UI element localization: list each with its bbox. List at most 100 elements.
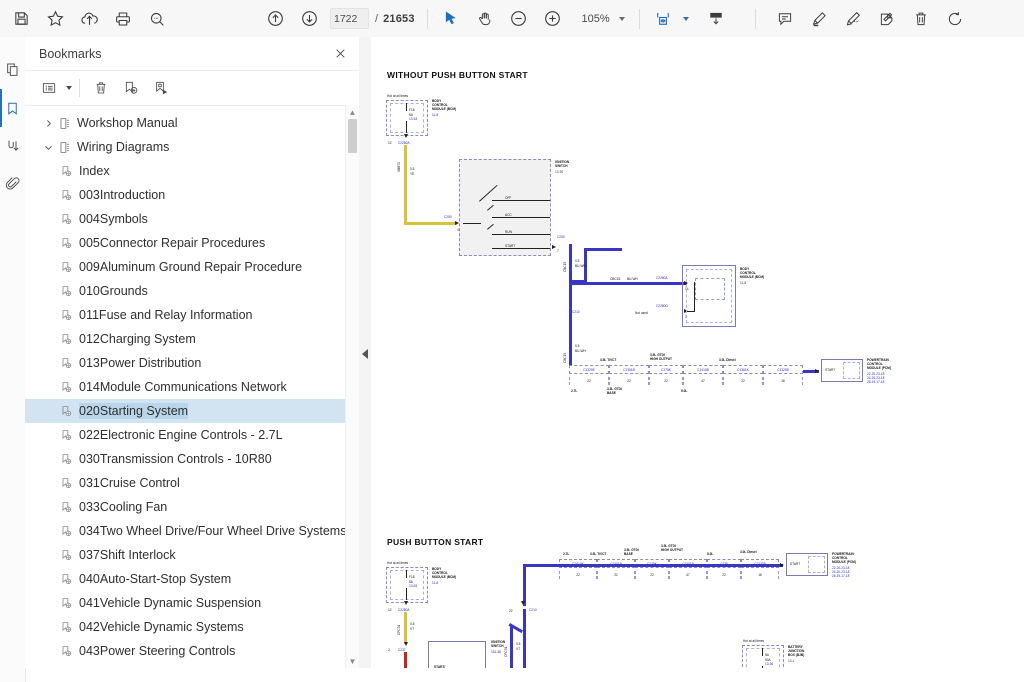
edit-bookmark-button[interactable] [147, 75, 175, 101]
bookmark-item[interactable]: 014Module Communications Network [25, 375, 359, 399]
bookmark-item[interactable]: 009Aluminum Ground Repair Procedure [25, 255, 359, 279]
ign-pos-start: START [505, 244, 515, 248]
delete-bookmark-button[interactable] [87, 75, 115, 101]
pdf-page: WITHOUT PUSH BUTTON START Hot at all tim… [371, 37, 1024, 668]
fit-tools-group [646, 4, 733, 34]
bookmark-item[interactable]: Index [25, 159, 359, 183]
bookmark-page-icon [58, 231, 74, 255]
bookmark-options-button[interactable] [35, 75, 63, 101]
bookmark-item[interactable]: 034Two Wheel Drive/Four Wheel Drive Syst… [25, 519, 359, 543]
connector-mid-arrow [404, 642, 408, 646]
highlight-button[interactable] [802, 4, 836, 34]
save-button[interactable] [4, 4, 38, 34]
bookmark-item[interactable]: 040Auto-Start-Stop System [25, 567, 359, 591]
bcm-ref-1: 11-8 [432, 113, 438, 117]
bookmark-item[interactable]: 013Power Distribution [25, 351, 359, 375]
chevron-left-icon[interactable] [362, 349, 368, 359]
wire-color-1: YE [410, 172, 414, 176]
bcm-not-used: Not used [635, 311, 648, 315]
bookmark-item[interactable]: 037Shift Interlock [25, 543, 359, 567]
engine-group-b-2: 3.5L GTDI BASE [624, 548, 639, 556]
bookmark-label: 010Grounds [79, 284, 148, 298]
page-number-input[interactable]: 1722 [330, 8, 369, 29]
fit-page-button[interactable] [646, 4, 680, 34]
view-tools-group: 105% [434, 4, 625, 34]
page-number-field[interactable]: 1722 / 21653 [330, 8, 415, 29]
bookmark-item[interactable]: 012Charging System [25, 327, 359, 351]
connector-pin: 22 [597, 571, 635, 579]
chevron-right-icon[interactable] [40, 111, 56, 135]
favorite-button[interactable] [38, 4, 72, 34]
chevron-down-icon[interactable]: ▼ [346, 654, 359, 668]
new-bookmark-button[interactable] [117, 75, 145, 101]
bookmark-page-icon [58, 639, 74, 663]
read-mode-button[interactable] [699, 4, 733, 34]
wire-circuit-2a: CBC15 [563, 262, 567, 272]
delete-button[interactable] [904, 4, 938, 34]
chevron-up-icon[interactable]: ▲ [346, 105, 359, 119]
fuse-ref-2: 13-63 [409, 584, 417, 588]
next-page-button[interactable] [292, 4, 326, 34]
undo-button[interactable] [938, 4, 972, 34]
document-view[interactable]: WITHOUT PUSH BUTTON START Hot at all tim… [371, 37, 1024, 668]
bookmark-item[interactable]: 010Grounds [25, 279, 359, 303]
bookmark-label: 012Charging System [79, 332, 196, 346]
bjb-name: BATTERY JUNCTION BOX (BJB) [788, 645, 804, 657]
pcm-start-label-bottom: START [790, 562, 800, 566]
bookmark-item[interactable]: 042Vehicle Dynamic Systems [25, 615, 359, 639]
bookmark-page-icon [58, 255, 74, 279]
bookmark-label: 020Starting System [79, 403, 188, 419]
bookmark-item[interactable]: 020Starting System [25, 399, 359, 423]
engine-group-b-0: 2.7L [563, 552, 569, 556]
draw-button[interactable] [836, 4, 870, 34]
fuse-id-2: F18 [409, 575, 415, 579]
rail-attachments[interactable] [0, 165, 25, 203]
bookmark-options-caret[interactable] [66, 86, 72, 90]
connector-cell-row-top: C1320EC1351BC175KC1410BC1361KC1320B [569, 365, 803, 374]
left-icon-rail [0, 37, 26, 682]
bookmark-item[interactable]: 033Cooling Fan [25, 495, 359, 519]
bookmark-item[interactable]: 005Connector Repair Procedures [25, 231, 359, 255]
rail-signature[interactable] [0, 127, 25, 165]
bookmark-item[interactable]: Workshop Manual [25, 111, 359, 135]
bcm-circuit-label: CBC15 [610, 277, 620, 281]
upload-button[interactable] [72, 4, 106, 34]
bookmark-list[interactable]: Workshop ManualWiring DiagramsIndex003In… [25, 105, 359, 668]
bookmark-label: 030Transmission Controls - 10R80 [79, 452, 272, 466]
bookmark-item[interactable]: 031Cruise Control [25, 471, 359, 495]
stamp-button[interactable] [870, 4, 904, 34]
fit-dropdown-caret[interactable] [683, 17, 689, 21]
prev-page-button[interactable] [258, 4, 292, 34]
connector-pin: 22 [723, 377, 763, 385]
bookmark-label: 004Symbols [79, 212, 148, 226]
fuse-block-inner-1 [390, 103, 424, 133]
file-tools-group [4, 4, 174, 34]
bookmark-item[interactable]: 043Power Steering Controls [25, 639, 359, 663]
bookmark-item[interactable]: 041Vehicle Dynamic Suspension [25, 591, 359, 615]
bookmark-item[interactable]: 003Introduction [25, 183, 359, 207]
rail-thumbnails[interactable] [0, 51, 25, 89]
zoom-out-button[interactable] [502, 4, 536, 34]
bookmark-item[interactable]: 011Fuse and Relay Information [25, 303, 359, 327]
connector-cell: C1320B [763, 365, 803, 374]
rail-bookmarks[interactable] [0, 89, 25, 127]
scrollbar-thumb[interactable] [348, 119, 357, 153]
bookmark-item[interactable]: 004Symbols [25, 207, 359, 231]
zoom-level-label[interactable]: 105% [576, 13, 610, 25]
pan-tool[interactable] [468, 4, 502, 34]
bookmark-item[interactable]: 022Electronic Engine Controls - 2.7L [25, 423, 359, 447]
search-button[interactable] [140, 4, 174, 34]
print-button[interactable] [106, 4, 140, 34]
bookmarks-panel-header: Bookmarks [25, 37, 359, 71]
bookmarks-scrollbar[interactable]: ▲ ▼ [345, 105, 359, 668]
zoom-in-button[interactable] [536, 4, 570, 34]
close-icon[interactable] [331, 45, 349, 63]
bookmark-item[interactable]: 030Transmission Controls - 10R80 [25, 447, 359, 471]
bookmark-item[interactable]: Wiring Diagrams [25, 135, 359, 159]
comment-button[interactable] [768, 4, 802, 34]
bjb-fuse-ref: 13-36 [765, 662, 773, 666]
zoom-dropdown-caret[interactable] [619, 17, 625, 21]
select-tool[interactable] [434, 4, 468, 34]
bookmark-page-icon [58, 543, 74, 567]
chevron-down-icon[interactable] [40, 135, 56, 159]
